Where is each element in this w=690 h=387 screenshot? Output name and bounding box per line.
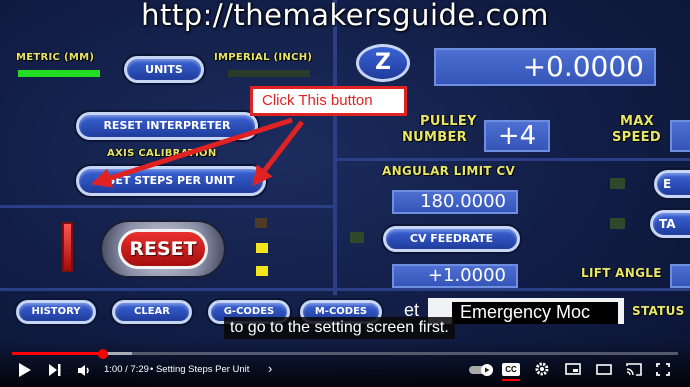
miniplayer-icon[interactable] (565, 363, 581, 375)
cc-active-bar (502, 379, 520, 381)
max-speed-value (670, 120, 690, 152)
cv-feedrate-value: +1.0000 (392, 264, 518, 288)
volume-icon[interactable] (77, 364, 91, 377)
angular-limit-value: 180.0000 (392, 190, 518, 214)
fullscreen-icon[interactable] (656, 363, 670, 376)
max-label: MAX (620, 114, 654, 129)
status-message: Emergency Moc (452, 302, 618, 324)
right-led (610, 218, 625, 229)
lift-angle-label: LIFT ANGLE (581, 266, 662, 280)
right-led (610, 178, 625, 189)
time-display: 1:00 / 7:29 (104, 364, 149, 375)
clear-button[interactable]: CLEAR (112, 300, 192, 324)
reset-button-face: RESET (118, 229, 208, 269)
settings-icon[interactable] (535, 362, 549, 376)
cv-led (350, 232, 364, 243)
angular-limit-label: ANGULAR LIMIT CV (382, 164, 516, 178)
right-button-1[interactable]: E (654, 170, 690, 198)
chapter-title[interactable]: • Setting Steps Per Unit (150, 364, 249, 375)
cv-feedrate-button[interactable]: CV FEEDRATE (383, 226, 520, 252)
play-icon[interactable] (18, 362, 32, 378)
cast-icon[interactable] (626, 363, 642, 376)
cc-label: CC (505, 365, 517, 374)
chapter-chevron-icon[interactable]: › (268, 361, 272, 376)
theater-icon[interactable] (596, 364, 612, 375)
status-label: STATUS (632, 304, 685, 318)
progress-played (12, 352, 103, 355)
video-frame[interactable]: METRIC (MM) UNITS IMPERIAL (INCH) RESET … (0, 0, 690, 387)
right-button-2[interactable]: TA (650, 210, 690, 238)
watermark-url: http://themakersguide.com (141, 0, 549, 32)
history-button[interactable]: HISTORY (16, 300, 96, 324)
reset-button[interactable]: RESET (100, 220, 226, 278)
z-position-display: +0.0000 (434, 48, 656, 86)
status-led (255, 218, 267, 228)
progress-scrubber[interactable] (98, 349, 108, 359)
z-axis-button[interactable]: Z (356, 44, 410, 82)
cc-icon[interactable]: CC (502, 363, 520, 376)
pulley-number-label: NUMBER (402, 130, 467, 145)
max-speed-label: SPEED (612, 130, 661, 145)
reset-label: RESET (129, 238, 197, 260)
subtitle-caption: to go to the setting screen first. (224, 317, 455, 339)
pulley-value: +4 (484, 120, 550, 152)
lift-angle-value (670, 264, 690, 288)
next-icon[interactable] (48, 363, 62, 377)
autoplay-icon[interactable] (469, 364, 495, 376)
pulley-label: PULLEY (420, 114, 477, 129)
status-led (256, 243, 268, 253)
z-label: Z (375, 50, 391, 75)
estop-bar (62, 222, 73, 272)
status-led (256, 266, 268, 276)
